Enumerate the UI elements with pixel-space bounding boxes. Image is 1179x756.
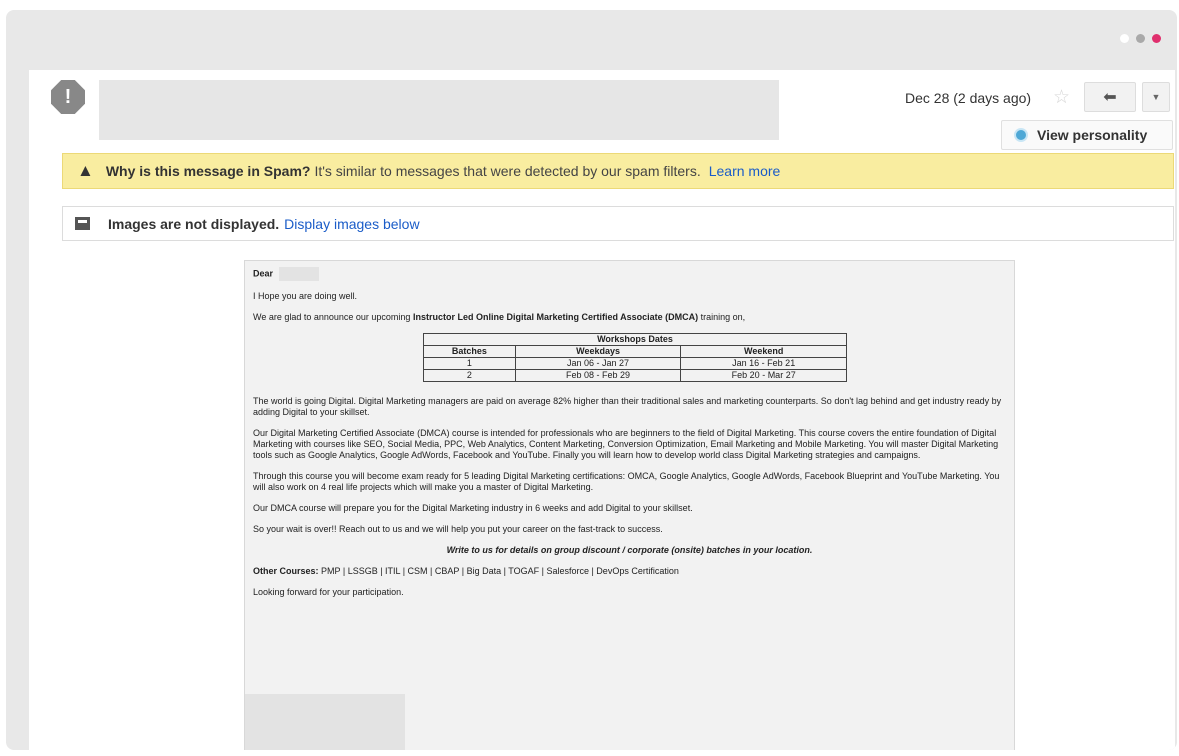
paragraph-digital: The world is going Digital. Digital Mark…	[253, 396, 1002, 417]
images-bar-title: Images are not displayed.	[108, 215, 280, 232]
display-images-link[interactable]: Display images below	[284, 216, 419, 232]
browser-window: ! Dec 28 (2 days ago) ☆ ⬅ ▼ View persona…	[6, 10, 1177, 750]
other-courses-list: PMP | LSSGB | ITIL | CSM | CBAP | Big Da…	[318, 566, 679, 576]
images-not-displayed-bar: Images are not displayed. Display images…	[62, 206, 1174, 241]
table-row: 1 Jan 06 - Jan 27 Jan 16 - Feb 21	[423, 357, 847, 370]
window-dot-3[interactable]	[1152, 34, 1161, 43]
paragraph-certifications: Through this course you will become exam…	[253, 471, 1000, 492]
table-cell: Feb 20 - Mar 27	[680, 369, 847, 382]
greeting-line: Dear	[253, 267, 1006, 281]
personality-icon	[1014, 128, 1028, 142]
email-body: Dear I Hope you are doing well. We are g…	[244, 260, 1015, 750]
paragraph-wait: So your wait is over!! Reach out to us a…	[253, 524, 663, 534]
reply-icon: ⬅	[1103, 89, 1117, 106]
sender-avatar-icon: !	[51, 80, 85, 114]
window-controls	[1120, 34, 1161, 43]
table-header-batches: Batches	[423, 345, 516, 358]
greeting: Dear	[253, 268, 274, 279]
signature-redacted-area	[245, 694, 405, 750]
table-cell: Jan 06 - Jan 27	[514, 357, 682, 370]
table-cell: Feb 08 - Feb 29	[514, 369, 682, 382]
learn-more-link[interactable]: Learn more	[709, 163, 781, 179]
spam-banner-title: Why is this message in Spam?	[105, 163, 311, 179]
message-date: Dec 28 (2 days ago)	[905, 90, 1032, 106]
announce-pre: We are glad to announce our upcoming	[253, 312, 413, 322]
reply-button[interactable]: ⬅	[1084, 82, 1136, 112]
table-title: Workshops Dates	[423, 333, 847, 346]
recipient-redacted	[279, 267, 320, 281]
message-pane: ! Dec 28 (2 days ago) ☆ ⬅ ▼ View persona…	[29, 70, 1175, 750]
table-header-weekend: Weekend	[680, 345, 847, 358]
window-dot-1[interactable]	[1120, 34, 1129, 43]
table-cell: 2	[423, 369, 516, 382]
warning-icon: ▲	[77, 161, 94, 180]
announce-post: training on,	[698, 312, 746, 322]
table-cell: Jan 16 - Feb 21	[680, 357, 847, 370]
workshop-dates-table: Workshops Dates Batches Weekdays Weekend…	[423, 333, 847, 382]
spam-banner-text: It's similar to messages that were detec…	[314, 163, 701, 179]
image-icon	[75, 217, 90, 230]
other-courses-line: Other Courses: PMP | LSSGB | ITIL | CSM …	[253, 566, 1006, 577]
personality-label: View personality	[1037, 127, 1148, 143]
spam-warning-banner: ▲ Why is this message in Spam? It's simi…	[62, 153, 1174, 189]
table-header-weekdays: Weekdays	[514, 345, 682, 358]
paragraph-course: Our Digital Marketing Certified Associat…	[253, 428, 999, 460]
announce-line: We are glad to announce our upcoming Ins…	[253, 312, 1006, 323]
table-cell: 1	[423, 357, 516, 370]
view-personality-button[interactable]: View personality	[1001, 120, 1173, 150]
chevron-down-icon: ▼	[1151, 92, 1161, 102]
paragraph-duration: Our DMCA course will prepare you for the…	[253, 503, 693, 513]
group-discount-cta: Write to us for details on group discoun…	[446, 545, 813, 555]
sender-redacted-area	[99, 80, 779, 140]
hope-line: I Hope you are doing well.	[253, 291, 358, 301]
announce-course: Instructor Led Online Digital Marketing …	[412, 312, 699, 322]
star-icon[interactable]: ☆	[1053, 86, 1070, 109]
window-dot-2[interactable]	[1136, 34, 1145, 43]
table-row: 2 Feb 08 - Feb 29 Feb 20 - Mar 27	[423, 369, 847, 382]
closing-line: Looking forward for your participation.	[253, 587, 404, 597]
avatar-glyph: !	[64, 85, 72, 108]
more-actions-button[interactable]: ▼	[1142, 82, 1170, 112]
other-courses-label: Other Courses:	[253, 566, 319, 576]
